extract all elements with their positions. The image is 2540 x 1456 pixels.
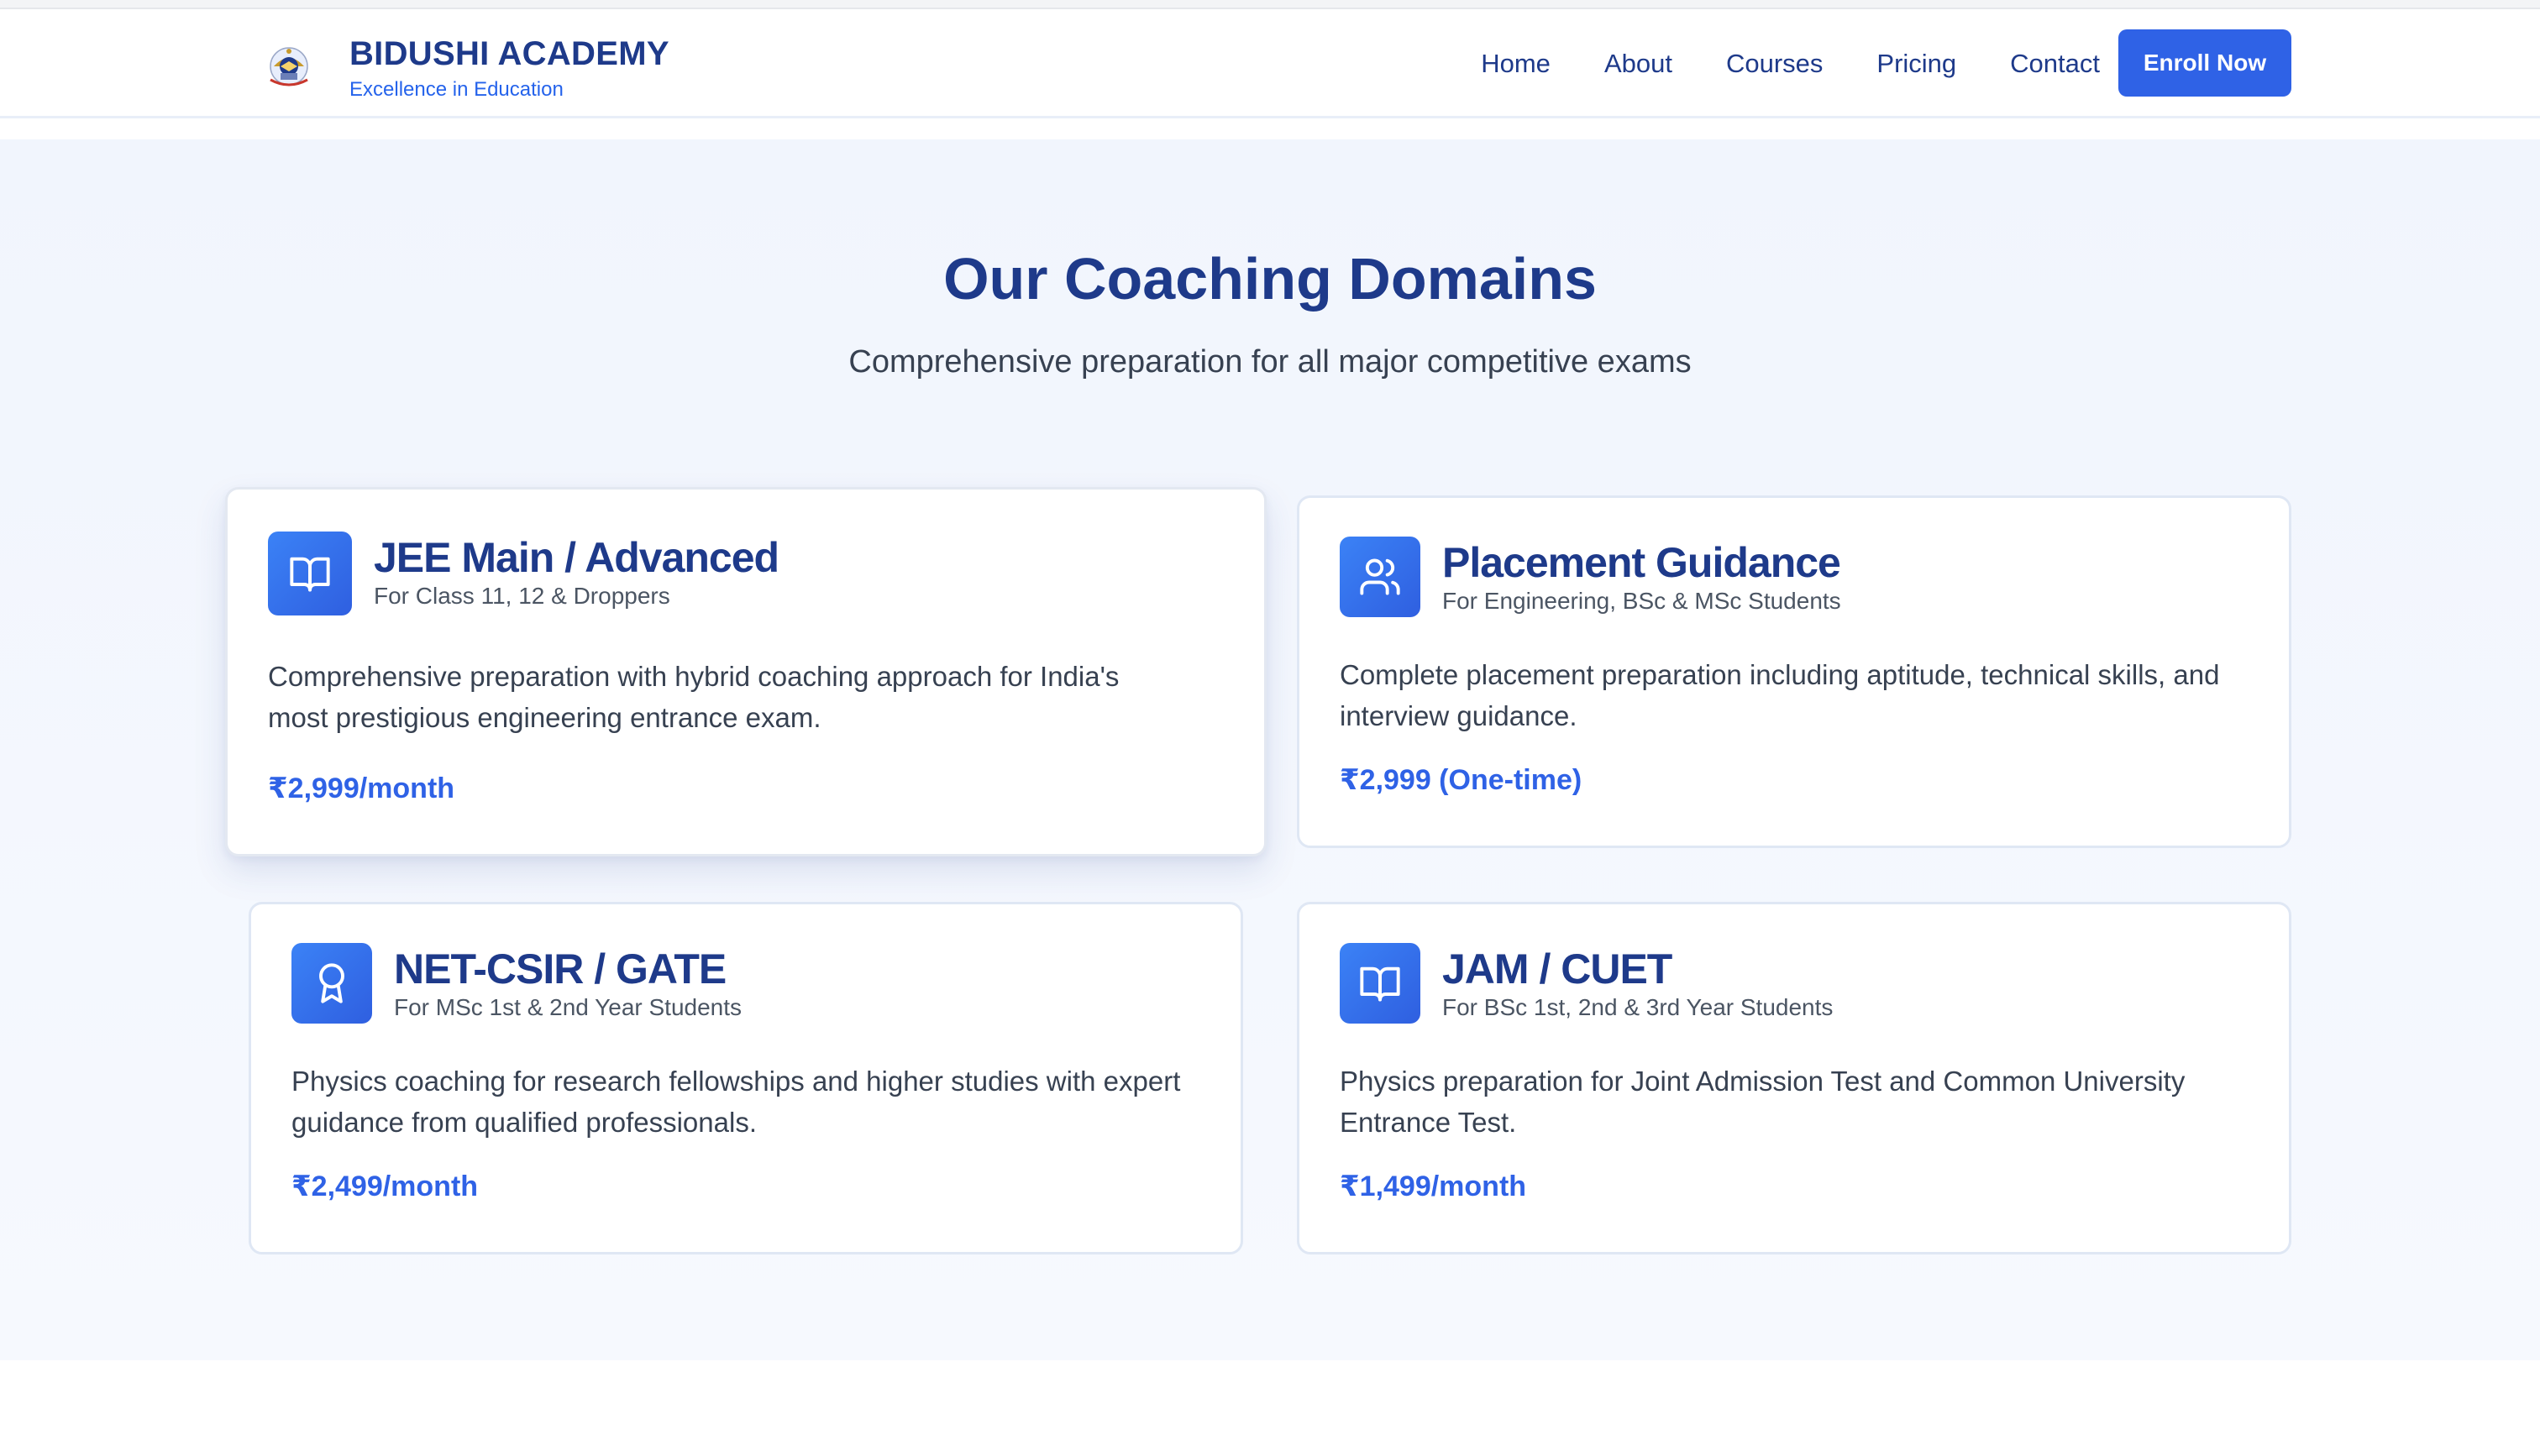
nav-link-home[interactable]: Home xyxy=(1481,49,1551,79)
card-description-line: Comprehensive preparation with hybrid co… xyxy=(268,661,1120,692)
course-card-jam-cuet[interactable]: JAM / CUET For BSc 1st, 2nd & 3rd Year S… xyxy=(1297,902,2291,1254)
card-subtitle: For MSc 1st & 2nd Year Students xyxy=(394,994,743,1020)
card-description-line: Physics preparation for Joint Admission … xyxy=(1340,1066,2186,1097)
card-header: NET-CSIR / GATE For MSc 1st & 2nd Year S… xyxy=(291,943,742,1024)
card-icon-box xyxy=(268,532,352,615)
card-description: Comprehensive preparation with hybrid co… xyxy=(268,656,1119,738)
card-price: ₹1,499/month xyxy=(1340,1171,1527,1202)
card-icon-box xyxy=(291,943,372,1024)
section-subtitle: Comprehensive preparation for all major … xyxy=(848,344,1692,380)
section-title: Our Coaching Domains xyxy=(943,246,1597,312)
course-card-net-gate[interactable]: NET-CSIR / GATE For MSc 1st & 2nd Year S… xyxy=(249,902,1243,1254)
book-open-icon xyxy=(290,557,330,592)
card-description-line: Physics coaching for research fellowship… xyxy=(291,1066,1181,1097)
card-description: Physics coaching for research fellowship… xyxy=(291,1061,1180,1143)
navbar: BIDUSHI ACADEMY Excellence in Education … xyxy=(0,9,2540,118)
card-description-line: most prestigious engineering entrance ex… xyxy=(268,702,821,733)
nav-link-contact[interactable]: Contact xyxy=(2010,49,2100,79)
academy-logo-icon xyxy=(270,47,308,86)
card-title: Placement Guidance xyxy=(1442,539,1841,586)
card-description-line: guidance from qualified professionals. xyxy=(291,1107,757,1138)
nav-link-about[interactable]: About xyxy=(1604,49,1672,79)
nav-links: Home About Courses Pricing Contact xyxy=(1481,9,2100,118)
card-title: JAM / CUET xyxy=(1442,945,1672,992)
brand-tagline: Excellence in Education xyxy=(349,78,564,101)
nav-link-courses[interactable]: Courses xyxy=(1726,49,1823,79)
course-card-jee[interactable]: JEE Main / Advanced For Class 11, 12 & D… xyxy=(225,487,1267,856)
card-subtitle: For Class 11, 12 & Droppers xyxy=(374,583,670,609)
browser-top-rule xyxy=(0,0,2540,9)
nav-link-pricing[interactable]: Pricing xyxy=(1876,49,1956,79)
card-price: ₹2,999/month xyxy=(268,773,455,804)
card-icon-box xyxy=(1340,537,1420,617)
card-header: JEE Main / Advanced For Class 11, 12 & D… xyxy=(268,532,779,615)
card-description: Complete placement preparation including… xyxy=(1340,654,2219,736)
card-title: JEE Main / Advanced xyxy=(374,534,779,581)
enroll-now-button[interactable]: Enroll Now xyxy=(2118,29,2291,97)
course-card-placement[interactable]: Placement Guidance For Engineering, BSc … xyxy=(1297,495,2291,848)
users-icon xyxy=(1360,558,1400,595)
card-header: Placement Guidance For Engineering, BSc … xyxy=(1340,537,1841,617)
card-icon-box xyxy=(1340,943,1420,1024)
card-subtitle: For BSc 1st, 2nd & 3rd Year Students xyxy=(1442,994,1834,1020)
book-open-icon xyxy=(1360,966,1400,1002)
card-description-line: Complete placement preparation including… xyxy=(1340,659,2220,690)
award-icon xyxy=(319,963,344,1003)
card-header: JAM / CUET For BSc 1st, 2nd & 3rd Year S… xyxy=(1340,943,1833,1024)
card-price: ₹2,999 (One-time) xyxy=(1340,764,1582,796)
card-description-line: interview guidance. xyxy=(1340,700,1577,731)
brand-name: BIDUSHI ACADEMY xyxy=(349,35,669,72)
brand[interactable]: BIDUSHI ACADEMY Excellence in Education xyxy=(262,33,669,103)
card-title: NET-CSIR / GATE xyxy=(394,945,727,992)
card-price: ₹2,499/month xyxy=(291,1171,479,1202)
card-subtitle: For Engineering, BSc & MSc Students xyxy=(1442,588,1841,614)
card-description-line: Entrance Test. xyxy=(1340,1107,1517,1138)
card-description: Physics preparation for Joint Admission … xyxy=(1340,1061,2185,1143)
coaching-domains-section: Our Coaching Domains Comprehensive prepa… xyxy=(0,139,2540,1360)
